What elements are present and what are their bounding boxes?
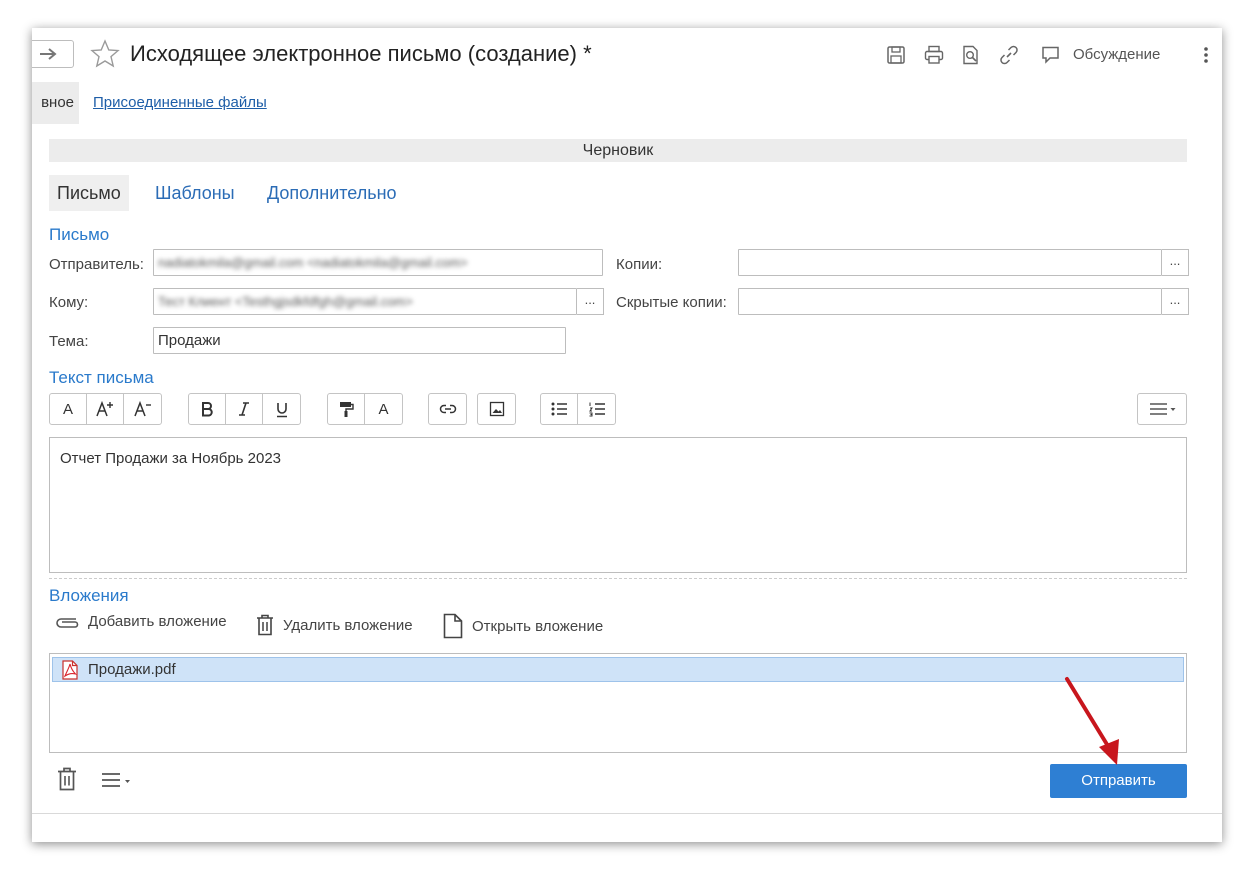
italic-icon	[239, 402, 249, 416]
delete-attachment-button[interactable]: Удалить вложение	[255, 613, 413, 637]
sender-label: Отправитель:	[49, 256, 144, 273]
group-title-attachments: Вложения	[49, 586, 129, 605]
cc-label: Копии:	[616, 256, 663, 273]
document-icon	[443, 613, 463, 639]
paperclip-icon	[56, 617, 79, 628]
to-field[interactable]: Тест Клиент <Testhgjsdkfdfgh@gmail.com>	[153, 288, 577, 315]
discussion-label[interactable]: Обсуждение	[1073, 46, 1160, 63]
add-attachment-label: Добавить вложение	[88, 613, 227, 630]
text-color-button[interactable]: A	[365, 394, 402, 424]
tab-letter[interactable]: Письмо	[49, 175, 129, 211]
bcc-label: Скрытые копии:	[616, 294, 727, 311]
format-toolbar-group: A	[327, 393, 403, 425]
menu-dropdown-icon[interactable]	[100, 772, 134, 788]
image-icon	[489, 401, 504, 417]
cc-select-button[interactable]: ...	[1162, 249, 1189, 276]
to-select-button[interactable]: ...	[577, 288, 604, 315]
tab-additional[interactable]: Дополнительно	[259, 175, 405, 211]
text-style-toolbar-group	[188, 393, 301, 425]
delete-attachment-label: Удалить вложение	[283, 616, 413, 634]
email-body-editor[interactable]: Отчет Продажи за Ноябрь 2023	[49, 437, 1187, 573]
menu-dropdown-icon	[1150, 403, 1176, 415]
print-icon[interactable]	[923, 44, 945, 66]
italic-button[interactable]	[226, 394, 263, 424]
status-bar: Черновик	[49, 139, 1187, 162]
subject-field[interactable]: Продажи	[153, 327, 566, 354]
subject-label: Тема:	[49, 333, 89, 350]
open-attachment-label: Открыть вложение	[472, 617, 604, 635]
divider	[32, 813, 1222, 814]
arrow-right-icon	[40, 48, 57, 60]
more-format-toolbar-group	[1137, 393, 1187, 425]
add-attachment-button[interactable]: Добавить вложение	[54, 613, 227, 630]
to-value: Тест Клиент <Testhgjsdkfdfgh@gmail.com>	[158, 294, 413, 309]
bcc-select-button[interactable]: ...	[1162, 288, 1189, 315]
insert-image-toolbar-group	[477, 393, 516, 425]
cc-field[interactable]	[738, 249, 1162, 276]
page-title: Исходящее электронное письмо (создание) …	[130, 41, 592, 66]
insert-image-button[interactable]	[478, 394, 515, 424]
form-tab-attached-files[interactable]: Присоединенные файлы	[93, 94, 267, 111]
preview-icon[interactable]	[960, 44, 982, 66]
group-title-letter: Письмо	[49, 225, 110, 244]
insert-link-button[interactable]	[429, 394, 466, 424]
font-size-toolbar-group: A	[49, 393, 162, 425]
tab-templates[interactable]: Шаблоны	[147, 175, 243, 211]
favorite-star-icon[interactable]	[89, 38, 121, 70]
list-toolbar-group	[540, 393, 616, 425]
font-increase-icon	[96, 400, 113, 417]
discussion-icon[interactable]	[1040, 44, 1062, 66]
bold-icon	[202, 402, 213, 417]
link-icon	[439, 404, 456, 414]
numbered-list-button[interactable]	[578, 394, 615, 424]
email-form-window: Исходящее электронное письмо (создание) …	[32, 28, 1222, 842]
bulleted-list-icon	[551, 402, 567, 416]
form-tab-main[interactable]: вное	[32, 82, 79, 124]
save-icon[interactable]	[885, 44, 907, 66]
more-format-menu-button[interactable]	[1138, 394, 1186, 424]
email-body-text: Отчет Продажи за Ноябрь 2023	[60, 450, 282, 467]
to-label: Кому:	[49, 294, 89, 311]
pdf-file-icon	[62, 659, 78, 680]
open-attachment-button[interactable]: Открыть вложение	[442, 613, 603, 639]
numbered-list-icon	[588, 402, 605, 417]
font-increase-button[interactable]	[87, 394, 124, 424]
forward-button[interactable]	[32, 40, 74, 68]
underline-button[interactable]	[263, 394, 300, 424]
underline-icon	[276, 402, 287, 417]
delete-icon[interactable]	[56, 766, 78, 792]
trash-icon	[257, 614, 273, 636]
bulleted-list-button[interactable]	[541, 394, 578, 424]
group-title-text: Текст письма	[49, 368, 154, 387]
list-item[interactable]: Продажи.pdf	[52, 657, 1184, 682]
divider	[49, 578, 1187, 579]
font-decrease-button[interactable]	[124, 394, 161, 424]
font-decrease-icon	[133, 400, 151, 417]
insert-link-toolbar-group	[428, 393, 467, 425]
attachment-file-name: Продажи.pdf	[88, 661, 176, 678]
paint-roller-icon	[340, 402, 354, 417]
annotation-arrow-icon	[1065, 677, 1119, 765]
sender-value: nadiatokmila@gmail.com <nadiatokmila@gma…	[158, 255, 468, 270]
sender-field[interactable]: nadiatokmila@gmail.com <nadiatokmila@gma…	[153, 249, 603, 276]
link-icon[interactable]	[998, 44, 1020, 66]
paint-format-button[interactable]	[328, 394, 365, 424]
more-vertical-icon[interactable]	[1200, 44, 1212, 66]
font-button[interactable]: A	[50, 394, 87, 424]
send-button[interactable]: Отправить	[1050, 764, 1187, 798]
bold-button[interactable]	[189, 394, 226, 424]
attachment-list[interactable]: Продажи.pdf	[49, 653, 1187, 753]
bcc-field[interactable]	[738, 288, 1162, 315]
